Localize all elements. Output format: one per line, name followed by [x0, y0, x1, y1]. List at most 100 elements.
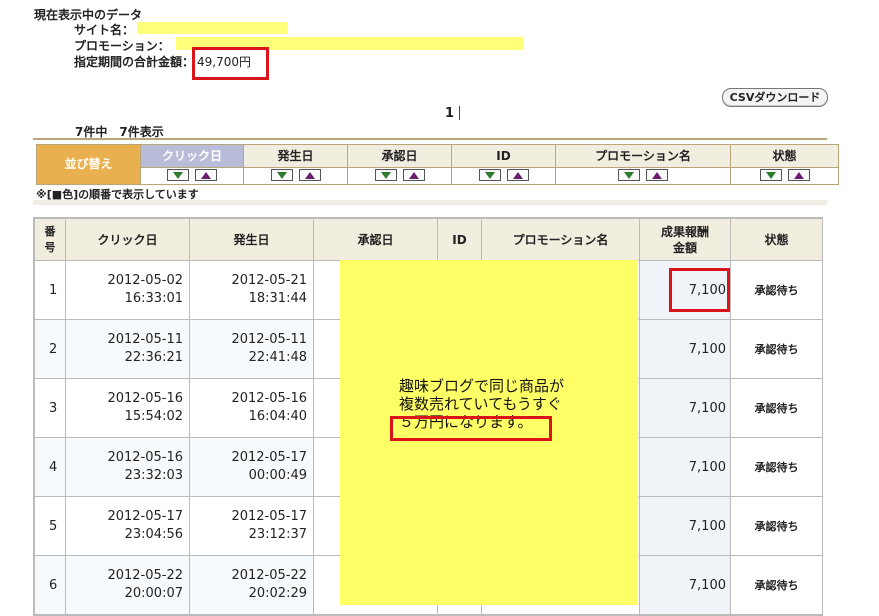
sort-asc-button[interactable] — [787, 169, 810, 181]
sort-header-occur-date: 発生日 — [244, 145, 347, 168]
click-time: 23:32:03 — [124, 468, 183, 483]
arrow-up-icon — [201, 172, 211, 179]
status-cell: 承認待ち — [730, 437, 823, 497]
click-datetime: 2012-05-02 16:33:01 — [65, 260, 190, 320]
row-number: 1 — [34, 260, 66, 320]
sort-column-click-date: クリック日 — [141, 145, 244, 184]
status-cell: 承認待ち — [730, 555, 823, 615]
occur-time: 00:00:49 — [248, 468, 307, 483]
header-reward: 成果報酬金額 — [639, 218, 731, 261]
sort-asc-button[interactable] — [506, 169, 529, 181]
sort-header-promotion: プロモーション名 — [556, 145, 730, 168]
sort-column-promotion: プロモーション名 — [556, 145, 731, 184]
arrow-down-icon — [276, 172, 287, 179]
site-name-redacted — [137, 22, 288, 34]
header-occur-date: 発生日 — [189, 218, 314, 261]
row-number: 3 — [34, 378, 66, 438]
row-number: 6 — [34, 555, 66, 615]
click-datetime: 2012-05-16 23:32:03 — [65, 437, 190, 497]
sort-desc-button[interactable] — [478, 169, 501, 181]
arrow-up-icon — [793, 172, 804, 179]
arrow-down-icon — [173, 172, 183, 179]
occur-datetime: 2012-05-16 16:04:40 — [189, 378, 314, 438]
page-number-1[interactable]: 1 — [445, 106, 454, 121]
click-time: 23:04:56 — [124, 527, 183, 542]
sort-desc-button[interactable] — [167, 169, 189, 181]
status-cell: 承認待ち — [730, 260, 823, 320]
sort-column-approve-date: 承認日 — [348, 145, 452, 184]
click-date: 2012-05-22 — [107, 568, 183, 583]
click-time: 22:36:21 — [124, 350, 183, 365]
occur-datetime: 2012-05-17 23:12:37 — [189, 496, 314, 556]
sort-asc-button[interactable] — [298, 169, 321, 181]
status-cell: 承認待ち — [730, 496, 823, 556]
click-datetime: 2012-05-16 15:54:02 — [65, 378, 190, 438]
click-date: 2012-05-17 — [107, 509, 183, 524]
click-time: 20:00:07 — [124, 586, 183, 601]
table-header-row: 番号 クリック日 発生日 承認日 ID プロモーション名 成果報酬金額 状態 — [34, 218, 823, 261]
arrow-up-icon — [652, 172, 662, 179]
header-approve-date: 承認日 — [313, 218, 438, 261]
arrow-down-icon — [380, 172, 391, 179]
total-amount-value: 49,700円 — [197, 55, 251, 69]
occur-datetime: 2012-05-17 00:00:49 — [189, 437, 314, 497]
arrow-up-icon — [304, 172, 315, 179]
note-line-2: 複数売れていてもうすぐ — [399, 395, 562, 413]
sort-desc-button[interactable] — [759, 169, 782, 181]
occur-date: 2012-05-11 — [231, 332, 307, 347]
divider — [33, 200, 827, 205]
header-number: 番号 — [34, 218, 66, 261]
sort-column-occur-date: 発生日 — [244, 145, 348, 184]
arrow-down-icon — [765, 172, 776, 179]
click-datetime: 2012-05-17 23:04:56 — [65, 496, 190, 556]
click-datetime: 2012-05-22 20:00:07 — [65, 555, 190, 615]
occur-date: 2012-05-17 — [231, 509, 307, 524]
status-cell: 承認待ち — [730, 319, 823, 379]
sort-header-status: 状態 — [731, 145, 838, 168]
arrow-down-icon — [484, 172, 495, 179]
arrow-down-icon — [624, 172, 634, 179]
note-line-1: 趣味ブログで同じ商品が — [399, 377, 565, 395]
row-number: 2 — [34, 319, 66, 379]
occur-time: 20:02:29 — [248, 586, 307, 601]
occur-time: 23:12:37 — [248, 527, 307, 542]
click-date: 2012-05-16 — [107, 391, 183, 406]
occur-date: 2012-05-17 — [231, 450, 307, 465]
sort-header-id: ID — [452, 145, 555, 168]
sort-bar: 並び替え クリック日 発生日 承認日 ID プロモーション名 状態 — [36, 144, 839, 185]
sort-asc-button[interactable] — [646, 169, 668, 181]
csv-download-button[interactable]: CSVダウンロード — [722, 88, 828, 107]
sort-header-approve-date: 承認日 — [348, 145, 451, 168]
total-amount-label: 指定期間の合計金額： — [74, 55, 195, 69]
reward-amount: 7,100 — [639, 378, 731, 438]
sort-asc-button[interactable] — [195, 169, 217, 181]
occur-date: 2012-05-21 — [231, 273, 307, 288]
occur-time: 16:04:40 — [248, 409, 307, 424]
page-cursor — [459, 106, 460, 120]
header-status: 状態 — [730, 218, 823, 261]
arrow-up-icon — [512, 172, 523, 179]
occur-datetime: 2012-05-11 22:41:48 — [189, 319, 314, 379]
occur-datetime: 2012-05-21 18:31:44 — [189, 260, 314, 320]
click-date: 2012-05-16 — [107, 450, 183, 465]
reward-amount: 7,100 — [639, 319, 731, 379]
header-promotion: プロモーション名 — [481, 218, 640, 261]
sort-column-status: 状態 — [731, 145, 838, 184]
sort-desc-button[interactable] — [270, 169, 293, 181]
occur-time: 18:31:44 — [248, 291, 307, 306]
sort-asc-button[interactable] — [402, 169, 425, 181]
click-date: 2012-05-11 — [107, 332, 183, 347]
arrow-up-icon — [408, 172, 419, 179]
note-highlight — [390, 416, 552, 441]
sort-desc-button[interactable] — [618, 169, 640, 181]
click-time: 16:33:01 — [124, 291, 183, 306]
click-datetime: 2012-05-11 22:36:21 — [65, 319, 190, 379]
occur-datetime: 2012-05-22 20:02:29 — [189, 555, 314, 615]
site-name-label: サイト名： — [74, 23, 135, 37]
sort-label: 並び替え — [37, 145, 141, 184]
occur-date: 2012-05-16 — [231, 391, 307, 406]
sort-desc-button[interactable] — [374, 169, 397, 181]
divider — [33, 138, 827, 140]
sort-column-id: ID — [452, 145, 556, 184]
header-id: ID — [437, 218, 482, 261]
